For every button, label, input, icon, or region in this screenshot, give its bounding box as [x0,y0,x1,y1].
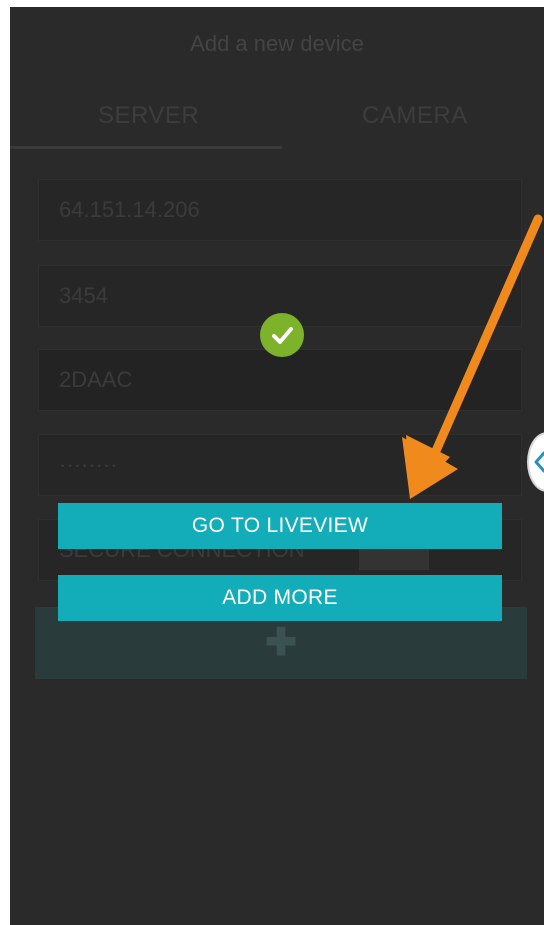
add-device-screen: Add a new device SERVER CAMERA 64.151.14… [10,7,544,925]
tab-selected-indicator [10,146,282,149]
check-circle-icon [260,313,304,357]
address-field[interactable]: 64.151.14.206 [38,179,522,241]
tab-camera[interactable]: CAMERA [362,102,468,130]
go-to-liveview-button[interactable]: GO TO LIVEVIEW [58,503,502,549]
page-title: Add a new device [190,31,364,56]
tab-server[interactable]: SERVER [98,102,199,130]
username-field[interactable]: 2DAAC [38,349,522,411]
add-more-button[interactable]: ADD MORE [58,575,502,621]
side-drawer-handle-icon[interactable] [527,432,544,492]
password-field[interactable]: ········ [38,434,522,496]
